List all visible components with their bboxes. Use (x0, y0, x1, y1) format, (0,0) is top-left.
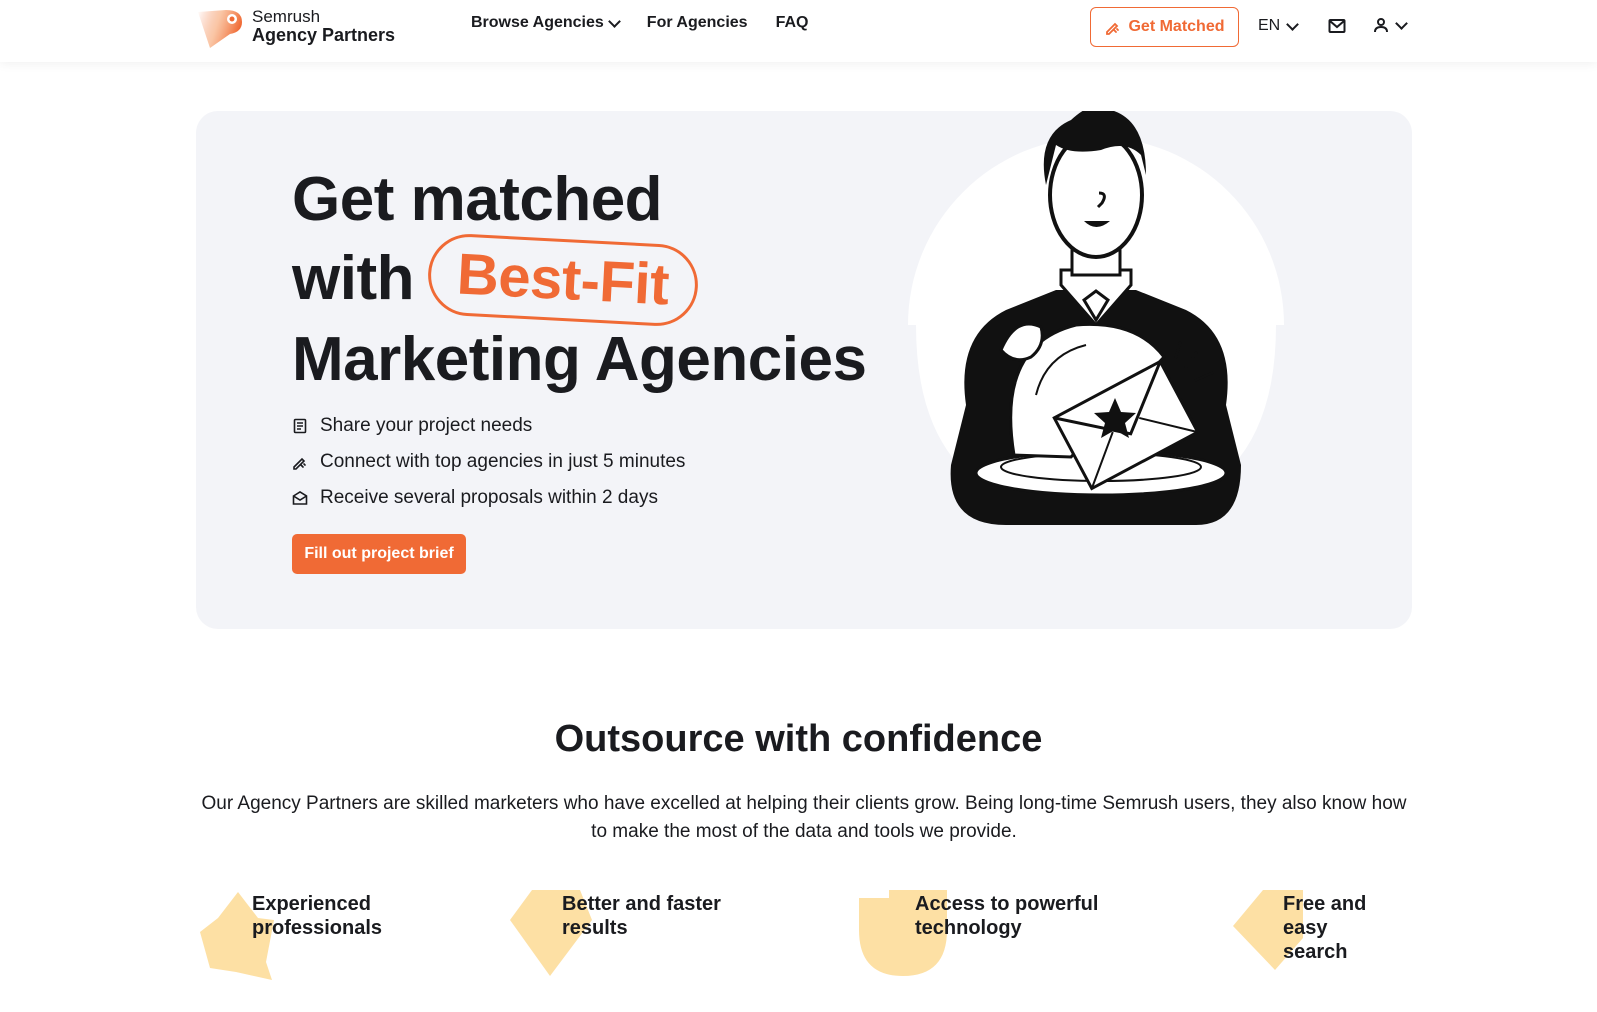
benefit-item: Better and faster results (510, 890, 770, 980)
section-title: Outsource with confidence (554, 718, 1043, 760)
envelope-open-icon (292, 491, 308, 505)
hero-title: Get matched with Best-Fit Marketing Agenc… (292, 161, 867, 399)
chevron-down-icon (1286, 17, 1300, 31)
benefit-item: Free and easy search (1233, 890, 1412, 980)
site-header: Semrush Agency Partners Browse Agencies … (0, 0, 1597, 62)
benefits-row: Experienced professionals Better and fas… (196, 890, 1412, 980)
user-icon (1374, 18, 1388, 33)
hero-section: Get matched with Best-Fit Marketing Agenc… (196, 111, 1412, 629)
language-label: EN (1258, 17, 1281, 34)
benefit-label: Free and easy search (1283, 893, 1367, 963)
best-fit-highlight: Best-Fit (426, 231, 700, 329)
nav-for-agencies[interactable]: For Agencies (647, 14, 748, 32)
main-nav: Browse Agencies For Agencies FAQ (471, 14, 808, 32)
waiter-illustration (896, 111, 1296, 535)
logo-icon (198, 10, 242, 48)
chevron-down-icon (1395, 16, 1408, 30)
feature-item: Connect with top agencies in just 5 minu… (292, 444, 685, 480)
section-description: Our Agency Partners are skilled marketer… (201, 793, 1407, 842)
semrush-agency-partners-logo[interactable]: Semrush Agency Partners (196, 4, 395, 48)
logo-line2: Agency Partners (252, 25, 396, 45)
pencil-sparkle-icon (293, 457, 306, 470)
mail-icon[interactable] (1328, 18, 1346, 34)
account-menu[interactable] (1373, 16, 1408, 33)
benefit-label: Better and faster results (562, 893, 721, 939)
hero-title-line3: Marketing Agencies (292, 325, 867, 394)
benefit-label: Access to powerful technology (915, 893, 1099, 939)
benefit-label: Experienced professionals (252, 893, 383, 939)
nav-for-agencies-label: For Agencies (646, 14, 748, 31)
get-matched-label: Get Matched (1128, 18, 1225, 35)
nav-browse-agencies[interactable]: Browse Agencies (471, 14, 621, 32)
fill-out-project-brief-button[interactable]: Fill out project brief (292, 534, 466, 574)
feature-text: Receive several proposals within 2 days (320, 487, 658, 508)
nav-faq-label: FAQ (775, 14, 809, 31)
feature-item: Receive several proposals within 2 days (292, 480, 685, 516)
hero-title-with: with (292, 244, 414, 313)
language-selector[interactable]: EN (1258, 17, 1300, 35)
document-icon (293, 418, 307, 434)
pencil-sparkle-icon (1106, 22, 1120, 35)
logo-line1: Semrush (252, 7, 321, 26)
feature-list: Share your project needs Connect with to… (292, 408, 685, 516)
feature-text: Connect with top agencies in just 5 minu… (320, 451, 686, 472)
feature-item: Share your project needs (292, 408, 685, 444)
chevron-down-icon (607, 14, 621, 28)
benefit-item: Experienced professionals (196, 890, 456, 980)
nav-browse-agencies-label: Browse Agencies (471, 14, 604, 31)
hero-title-line2: with Best-Fit (292, 231, 866, 329)
get-matched-button[interactable]: Get Matched (1090, 7, 1239, 47)
feature-text: Share your project needs (320, 415, 533, 436)
benefit-item: Access to powerful technology (859, 890, 1119, 980)
hero-title-line1: Get matched (292, 165, 663, 234)
nav-faq[interactable]: FAQ (776, 14, 809, 32)
